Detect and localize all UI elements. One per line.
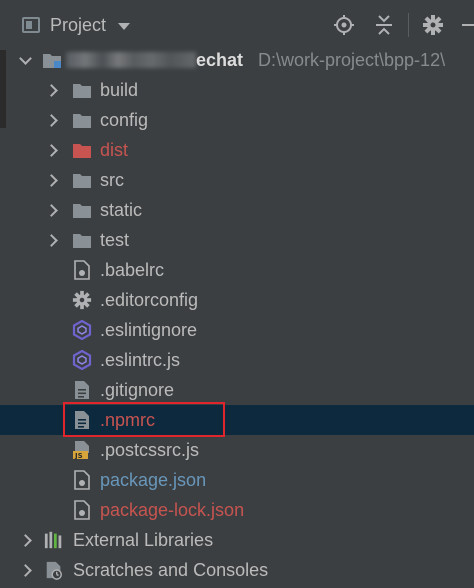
tree-root-row[interactable]: echat D:\work-project\bpp-12\ [0,45,474,75]
gear-file-icon [72,290,92,310]
scratches-row[interactable]: Scratches and Consoles [0,555,474,585]
text-file-icon [72,410,92,430]
folder-label: test [100,229,130,250]
file-label: .eslintignore [100,319,198,340]
tree-file-row[interactable]: .gitignore [0,375,474,405]
chevron-right-icon[interactable] [44,113,58,127]
folder-label: src [100,169,124,190]
folder-icon [72,110,92,130]
dropdown-caret-icon[interactable] [118,22,131,30]
tree-folder-row[interactable]: config [0,105,474,135]
project-view-icon [22,17,40,33]
tree-file-row[interactable]: .babelrc [0,255,474,285]
chevron-right-icon[interactable] [44,83,58,97]
tree-folder-row[interactable]: dist [0,135,474,165]
chevron-right-icon[interactable] [18,563,32,577]
settings-gear-icon[interactable] [420,12,446,38]
folder-icon [72,200,92,220]
chevron-down-icon[interactable] [18,51,32,67]
tree-folder-row[interactable]: test [0,225,474,255]
header-toolbar [324,0,474,50]
hide-panel-icon[interactable] [460,12,474,38]
folder-icon [72,230,92,250]
tree-file-row[interactable]: JS .postcssrc.js [0,435,474,465]
folder-icon [72,80,92,100]
scratches-label: Scratches and Consoles [73,559,269,580]
toolbar-separator [408,13,409,37]
external-libraries-label: External Libraries [73,529,214,550]
project-view-selector[interactable]: Project [0,0,131,50]
text-file-icon [72,380,92,400]
json-file-icon [72,500,92,520]
project-title: Project [50,14,107,35]
tree-file-row[interactable]: package-lock.json [0,495,474,525]
file-label: package.json [100,469,207,490]
js-file-icon: JS [72,440,92,460]
folder-label: config [100,109,149,130]
tree-file-row[interactable]: .editorconfig [0,285,474,315]
collapse-all-icon[interactable] [371,12,397,38]
file-label: .gitignore [100,379,175,400]
tree-folder-row[interactable]: src [0,165,474,195]
tree-folder-row[interactable]: static [0,195,474,225]
chevron-right-icon[interactable] [44,143,58,157]
chevron-right-icon[interactable] [44,203,58,217]
scratches-icon [44,560,64,580]
file-label: .editorconfig [100,289,199,310]
folder-label: static [100,199,143,220]
tree-file-row[interactable]: .eslintrc.js [0,345,474,375]
project-tool-window-header: Project [0,0,474,50]
config-file-icon [72,260,92,280]
file-label: .postcssrc.js [100,439,200,460]
svg-text:JS: JS [74,452,83,460]
folder-icon [72,170,92,190]
folder-label: build [100,79,139,100]
root-path: D:\work-project\bpp-12\ [258,49,446,70]
libraries-icon [44,530,64,550]
blurred-project-name [66,52,196,68]
file-label: .babelrc [100,259,165,280]
external-libraries-row[interactable]: External Libraries [0,525,474,555]
json-file-icon [72,470,92,490]
root-name-suffix: echat [196,49,244,70]
tree-folder-row[interactable]: build [0,75,474,105]
module-folder-icon [42,50,62,70]
tree-file-row-selected[interactable]: .npmrc [0,405,474,435]
file-label: .eslintrc.js [100,349,181,370]
tree-file-row[interactable]: package.json [0,465,474,495]
file-label: package-lock.json [100,499,245,520]
project-tree: echat D:\work-project\bpp-12\ build conf… [0,45,474,585]
file-label: .npmrc [100,409,156,430]
eslint-icon [72,320,92,340]
chevron-right-icon[interactable] [44,233,58,247]
chevron-right-icon[interactable] [18,533,32,547]
eslint-icon [72,350,92,370]
excluded-folder-icon [72,140,92,160]
chevron-right-icon[interactable] [44,173,58,187]
tree-file-row[interactable]: .eslintignore [0,315,474,345]
folder-label: dist [100,139,129,160]
locate-target-icon[interactable] [331,12,357,38]
